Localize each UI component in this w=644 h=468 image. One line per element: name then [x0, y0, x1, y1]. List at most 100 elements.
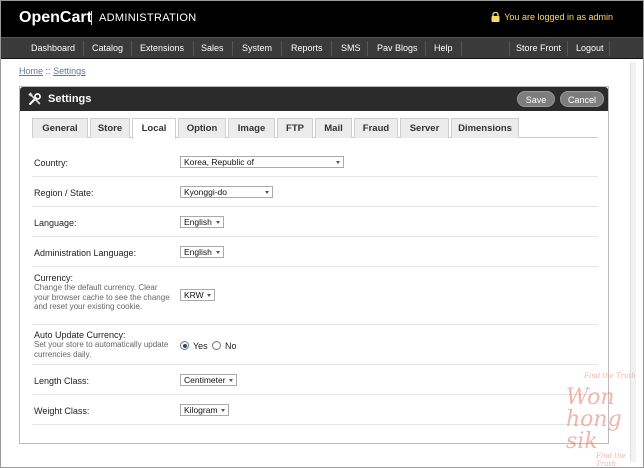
chevron-down-icon — [229, 379, 233, 382]
auto-update-label: Auto Update Currency: — [34, 330, 126, 340]
tab-server[interactable]: Server — [400, 118, 449, 138]
nav-reports[interactable]: Reports — [288, 38, 326, 59]
region-value: Kyonggi-do — [184, 187, 228, 197]
region-label: Region / State: — [34, 188, 94, 198]
save-button[interactable]: Save — [517, 91, 555, 107]
watermark-hong: hong — [566, 407, 622, 432]
main-nav: Dashboard Catalog Extensions Sales Syste… — [1, 37, 643, 59]
nav-divider — [367, 41, 368, 56]
language-select[interactable]: English — [180, 216, 224, 228]
nav-system[interactable]: System — [239, 38, 275, 59]
watermark-won: Won — [566, 385, 615, 410]
nav-extensions[interactable]: Extensions — [137, 38, 187, 59]
country-select[interactable]: Korea, Republic of — [180, 156, 344, 168]
logo-divider — [91, 11, 92, 25]
tab-store[interactable]: Store — [90, 118, 130, 138]
nav-divider — [281, 41, 282, 56]
form-row-currency: Currency: Change the default currency. C… — [32, 267, 598, 325]
tab-fraud[interactable]: Fraud — [354, 118, 398, 138]
cancel-button[interactable]: Cancel — [560, 91, 604, 107]
form-row-language: Language: English — [32, 207, 598, 237]
form-row-country: Country: Korea, Republic of — [32, 147, 598, 177]
auto-update-label-group: Auto Update Currency: Set your store to … — [34, 330, 174, 359]
nav-divider — [609, 41, 610, 56]
settings-panel: Settings Save Cancel General Store Local… — [19, 86, 609, 444]
form-row-auto-update: Auto Update Currency: Set your store to … — [32, 325, 598, 365]
tab-bar: General Store Local Option Image FTP Mai… — [32, 118, 598, 139]
region-select[interactable]: Kyonggi-do — [180, 186, 273, 198]
panel-title: Settings — [48, 93, 92, 105]
chevron-down-icon — [207, 294, 211, 297]
length-class-value: Centimeter — [184, 375, 226, 385]
breadcrumb: Home :: Settings — [19, 66, 86, 76]
nav-divider — [567, 41, 568, 56]
form-row-region: Region / State: Kyonggi-do — [32, 177, 598, 207]
language-value: English — [184, 217, 212, 227]
nav-divider — [425, 41, 426, 56]
tab-ftp[interactable]: FTP — [277, 118, 313, 138]
nav-catalog[interactable]: Catalog — [89, 38, 126, 59]
nav-divider — [509, 41, 510, 56]
tab-local[interactable]: Local — [132, 118, 176, 139]
form-row-length-class: Length Class: Centimeter — [32, 365, 598, 395]
nav-logout[interactable]: Logout — [573, 38, 607, 59]
chevron-down-icon — [216, 251, 220, 254]
auto-update-yes-label: Yes — [193, 341, 208, 351]
nav-divider — [83, 41, 84, 56]
nav-divider — [232, 41, 233, 56]
nav-divider — [131, 41, 132, 56]
weight-class-select[interactable]: Kilogram — [180, 404, 229, 416]
tab-image[interactable]: Image — [228, 118, 275, 138]
weight-class-value: Kilogram — [184, 405, 218, 415]
tab-general[interactable]: General — [32, 118, 88, 138]
breadcrumb-settings[interactable]: Settings — [53, 66, 86, 76]
currency-label-group: Currency: Change the default currency. C… — [34, 273, 174, 312]
vertical-scrollbar[interactable] — [630, 62, 636, 462]
nav-divider — [461, 41, 462, 56]
weight-class-label: Weight Class: — [34, 406, 90, 416]
nav-divider — [331, 41, 332, 56]
form-row-weight-class: Weight Class: Kilogram — [32, 395, 598, 425]
currency-select[interactable]: KRW — [180, 289, 215, 301]
auto-update-yes-radio[interactable] — [180, 341, 189, 350]
country-value: Korea, Republic of — [184, 157, 254, 167]
length-class-label: Length Class: — [34, 376, 90, 386]
chevron-down-icon — [336, 161, 340, 164]
length-class-select[interactable]: Centimeter — [180, 374, 237, 386]
nav-store-front[interactable]: Store Front — [513, 38, 564, 59]
lock-icon — [491, 11, 500, 22]
admin-language-select[interactable]: English — [180, 246, 224, 258]
auto-update-no-radio[interactable] — [212, 341, 221, 350]
chevron-down-icon — [221, 409, 225, 412]
breadcrumb-home[interactable]: Home — [19, 66, 43, 76]
admin-title: ADMINISTRATION — [99, 12, 197, 24]
watermark-tagline-bottom: Find the Truth — [596, 452, 626, 468]
tab-dimensions[interactable]: Dimensions — [451, 118, 519, 138]
watermark-tagline-top: Find the Truth — [584, 372, 636, 380]
currency-label: Currency: — [34, 273, 74, 283]
country-label: Country: — [34, 158, 69, 168]
nav-help[interactable]: Help — [431, 38, 456, 59]
wrench-screwdriver-icon — [28, 92, 42, 106]
language-label: Language: — [34, 218, 77, 228]
tab-mail[interactable]: Mail — [315, 118, 352, 138]
login-status-text: You are logged in as admin — [504, 12, 613, 22]
auto-update-help: Set your store to automatically update c… — [34, 340, 169, 359]
chevron-down-icon — [265, 191, 269, 194]
nav-sales[interactable]: Sales — [198, 38, 227, 59]
login-status: You are logged in as admin — [491, 11, 613, 22]
panel-header: Settings Save Cancel — [20, 87, 608, 111]
auto-update-no-label: No — [225, 341, 237, 351]
logo[interactable]: OpenCart — [19, 9, 92, 27]
nav-dashboard[interactable]: Dashboard — [28, 38, 78, 59]
watermark-sik: sik — [566, 429, 598, 454]
breadcrumb-separator: :: — [45, 66, 51, 76]
admin-language-value: English — [184, 247, 212, 257]
nav-pav-blogs[interactable]: Pav Blogs — [374, 38, 421, 59]
form-row-admin-language: Administration Language: English — [32, 237, 598, 267]
top-header: OpenCart ADMINISTRATION You are logged i… — [1, 1, 643, 37]
admin-language-label: Administration Language: — [34, 248, 137, 258]
nav-sms[interactable]: SMS — [338, 38, 364, 59]
chevron-down-icon — [216, 221, 220, 224]
tab-option[interactable]: Option — [178, 118, 226, 138]
